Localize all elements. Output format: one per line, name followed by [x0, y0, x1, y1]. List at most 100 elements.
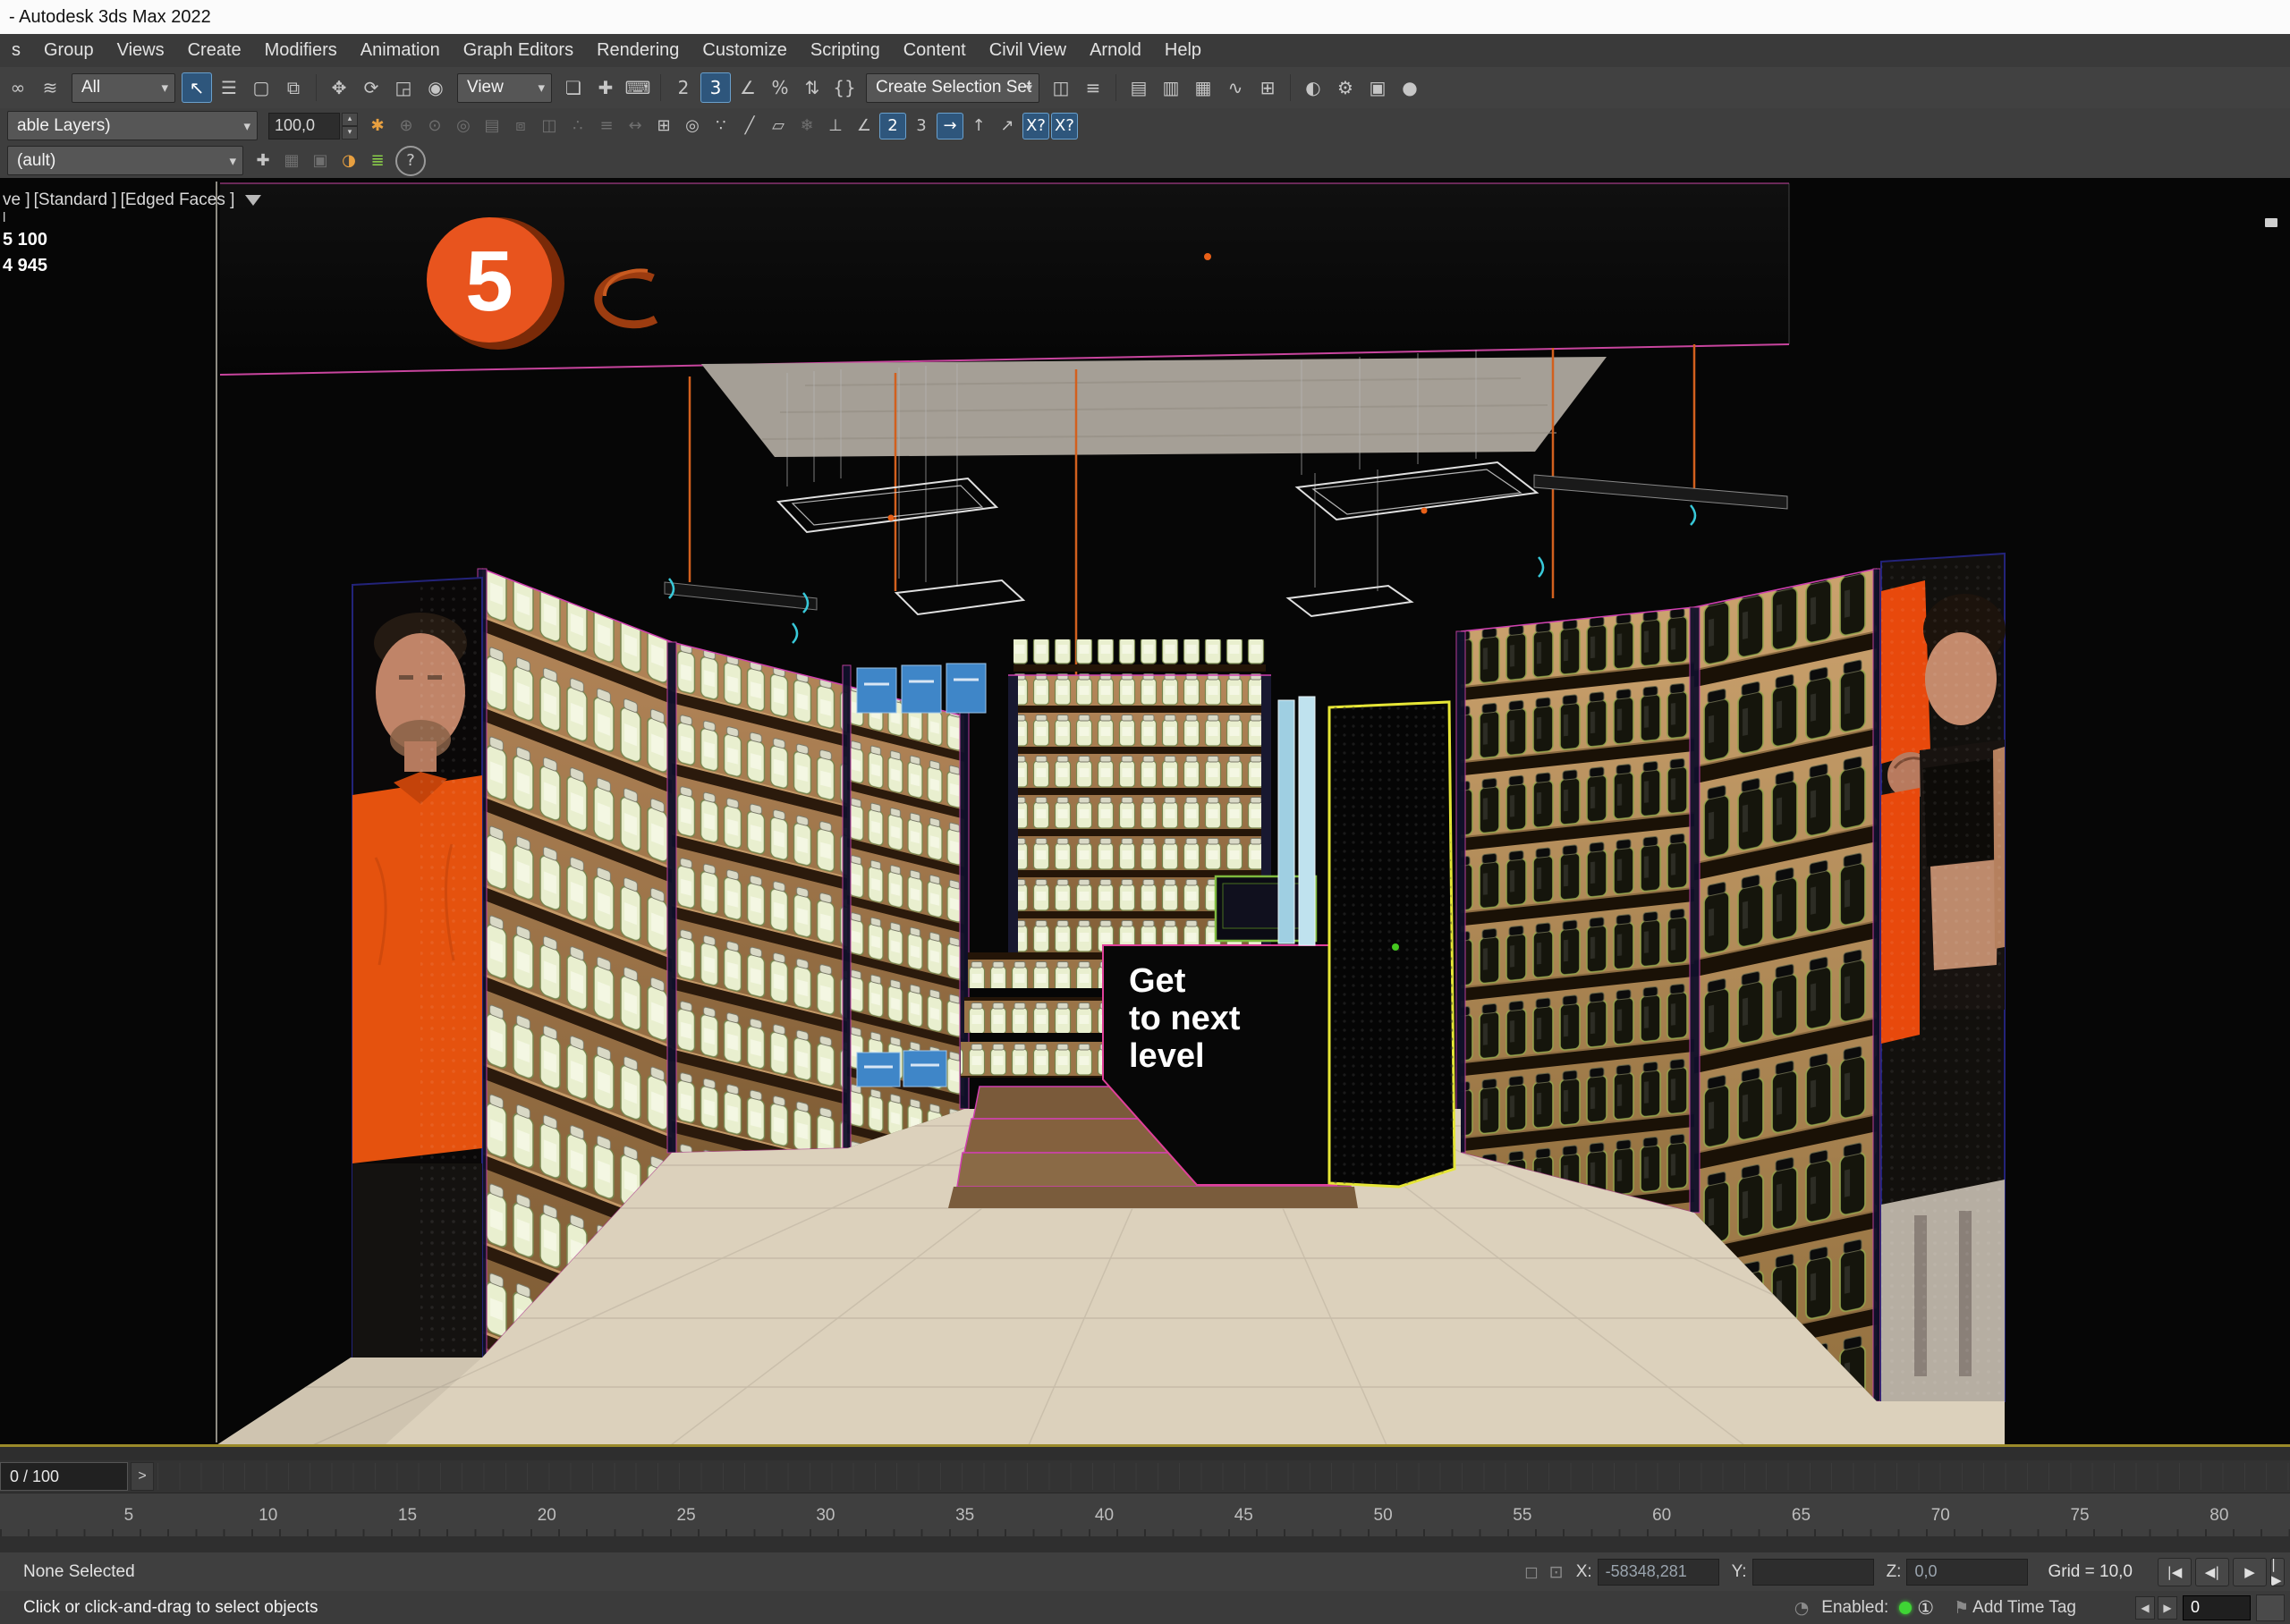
spacing-tool-icon[interactable]: ∴ — [564, 113, 591, 140]
layer-explorer-icon[interactable]: ▥ — [1156, 72, 1186, 103]
spinner-down-button[interactable] — [342, 126, 358, 140]
named-selection-sets-dropdown[interactable]: Create Selection Set — [866, 73, 1039, 103]
menu-item[interactable]: Graph Editors — [452, 40, 585, 61]
select-and-rotate-icon[interactable]: ⟳ — [356, 72, 386, 103]
add-container-icon[interactable]: ✚ — [250, 148, 276, 174]
menu-item[interactable]: Help — [1153, 40, 1213, 61]
go-to-start-button[interactable]: |◀ — [2158, 1558, 2192, 1586]
layers-dropdown[interactable]: able Layers) — [7, 111, 258, 140]
render-production-icon[interactable]: ● — [1395, 72, 1425, 103]
axis-plane-icon[interactable]: ↗ — [994, 113, 1021, 140]
help-icon[interactable]: ? — [395, 146, 426, 176]
play-button[interactable]: ▶ — [2233, 1558, 2267, 1586]
menu-item[interactable]: Arnold — [1078, 40, 1153, 61]
selection-filter-dropdown[interactable]: All — [72, 73, 175, 103]
ribbon-icon[interactable]: ▦ — [1188, 72, 1218, 103]
time-slider-track[interactable] — [157, 1463, 2290, 1490]
select-object-icon[interactable]: ↖ — [182, 72, 212, 103]
select-and-scale-icon[interactable]: ◲ — [388, 72, 419, 103]
use-pivot-center-icon[interactable]: ❏ — [558, 72, 589, 103]
scene-explorer-icon[interactable]: ▤ — [1124, 72, 1154, 103]
time-slider-handle[interactable]: 0 / 100 — [0, 1462, 128, 1491]
snap-grid-icon[interactable]: ⊞ — [650, 113, 677, 140]
select-by-name-icon[interactable]: ☰ — [214, 72, 244, 103]
bind-to-space-warp-icon[interactable]: ≋ — [35, 72, 65, 103]
snapshot-icon[interactable]: ◫ — [536, 113, 563, 140]
selection-lock-icon[interactable]: ⊡ — [1549, 1562, 1564, 1582]
menu-item[interactable]: Create — [176, 40, 253, 61]
preset-dropdown[interactable]: (ault) — [7, 146, 243, 175]
align-icon[interactable]: ≡ — [1078, 72, 1108, 103]
spinner-value[interactable]: 100,0 — [268, 113, 340, 140]
snap-edge-icon[interactable]: ╱ — [736, 113, 763, 140]
add-to-layer-icon[interactable]: ⊕ — [393, 113, 420, 140]
panel-scrollbar-marker[interactable] — [2265, 218, 2277, 227]
menu-item[interactable]: Content — [892, 40, 978, 61]
menu-item[interactable]: Animation — [349, 40, 452, 61]
ortho-snap-icon[interactable]: ⊥ — [822, 113, 849, 140]
perspective-viewport[interactable]: 5 — [0, 178, 2290, 1447]
filter-icon[interactable] — [245, 195, 261, 206]
timeline-ruler[interactable]: 5101520253035404550556065707580 — [0, 1493, 2290, 1538]
measure-icon[interactable]: ↔ — [622, 113, 649, 140]
transform-gizmo-icon[interactable]: ◻ — [1524, 1562, 1539, 1582]
previous-frame-button[interactable]: ◀| — [2195, 1558, 2229, 1586]
menu-item[interactable]: Customize — [691, 40, 798, 61]
x-coordinate-field[interactable]: -58348,281 — [1598, 1559, 1719, 1586]
rendered-frame-icon[interactable]: ▣ — [1362, 72, 1393, 103]
window-crossing-icon[interactable]: ⧉ — [278, 72, 309, 103]
axis-y-icon[interactable]: ↑ — [965, 113, 992, 140]
menu-item[interactable]: Scripting — [799, 40, 892, 61]
array-icon[interactable]: ⧈ — [507, 113, 534, 140]
layer-list-icon[interactable]: ▤ — [479, 113, 505, 140]
mirror-icon[interactable]: ◫ — [1046, 72, 1076, 103]
select-and-manipulate-icon[interactable]: ✚ — [590, 72, 621, 103]
z-coordinate-field[interactable]: 0,0 — [1906, 1559, 2028, 1586]
next-frame-button[interactable]: |▶ — [2270, 1558, 2285, 1586]
container-open-icon[interactable]: ▣ — [307, 148, 334, 174]
polar-snap-icon[interactable]: ∠ — [851, 113, 878, 140]
time-tag-icon[interactable]: ⚑ — [1954, 1598, 1969, 1618]
snap-25d-icon[interactable]: 2 — [879, 113, 906, 140]
snap-3d-icon[interactable]: 3 — [908, 113, 935, 140]
cut-off-button[interactable] — [2256, 1594, 2285, 1621]
snap-frozen-icon[interactable]: ❄ — [793, 113, 820, 140]
set-current-layer-icon[interactable]: ◎ — [450, 113, 477, 140]
select-in-layer-icon[interactable]: ⊙ — [421, 113, 448, 140]
add-time-tag-label[interactable]: Add Time Tag — [1972, 1598, 2076, 1618]
current-frame-field[interactable]: 0 — [2183, 1595, 2251, 1620]
menu-item[interactable]: Civil View — [978, 40, 1078, 61]
time-step-button[interactable]: > — [131, 1462, 154, 1491]
select-and-place-icon[interactable]: ◉ — [420, 72, 451, 103]
viewport-standard-label[interactable]: [Standard ] — [34, 190, 117, 210]
create-new-layer-icon[interactable]: ✱ — [364, 113, 391, 140]
menu-item[interactable]: s — [0, 40, 32, 61]
curve-editor-icon[interactable]: ∿ — [1220, 72, 1251, 103]
percent-snap-icon[interactable]: % — [765, 72, 795, 103]
schematic-view-icon[interactable]: ⊞ — [1252, 72, 1283, 103]
viewport-edged-faces-label[interactable]: [Edged Faces ] — [121, 190, 235, 210]
frame-back-button[interactable]: ◀ — [2135, 1596, 2155, 1620]
isolate-toggle-icon[interactable]: X? — [1051, 113, 1078, 140]
selected-column[interactable] — [1329, 702, 1455, 1187]
select-and-link-icon[interactable]: ∞ — [3, 72, 33, 103]
axis-x-icon[interactable]: → — [937, 113, 963, 140]
y-coordinate-field[interactable] — [1752, 1559, 1874, 1586]
xview-icon[interactable]: X? — [1022, 113, 1049, 140]
spinner-up-button[interactable] — [342, 113, 358, 126]
render-setup-icon[interactable]: ⚙ — [1330, 72, 1361, 103]
clone-align-icon[interactable]: ≡ — [593, 113, 620, 140]
menu-item[interactable]: Views — [106, 40, 176, 61]
menu-item[interactable]: Group — [32, 40, 106, 61]
adaptive-degradation-icon[interactable]: ◔ — [1794, 1598, 1810, 1618]
list-view-icon[interactable]: ≣ — [364, 148, 391, 174]
menu-item[interactable]: Rendering — [585, 40, 691, 61]
scene-svg[interactable]: 5 — [0, 178, 2290, 1444]
menu-item[interactable]: Modifiers — [253, 40, 349, 61]
snaps-toggle-icon[interactable]: 3 — [700, 72, 731, 103]
snap-face-icon[interactable]: ▱ — [765, 113, 792, 140]
snap-pivot-icon[interactable]: ◎ — [679, 113, 706, 140]
keyboard-override-icon[interactable]: ⌨ — [623, 72, 653, 103]
reference-coordinate-dropdown[interactable]: View — [457, 73, 552, 103]
selection-region-icon[interactable]: ▢ — [246, 72, 276, 103]
